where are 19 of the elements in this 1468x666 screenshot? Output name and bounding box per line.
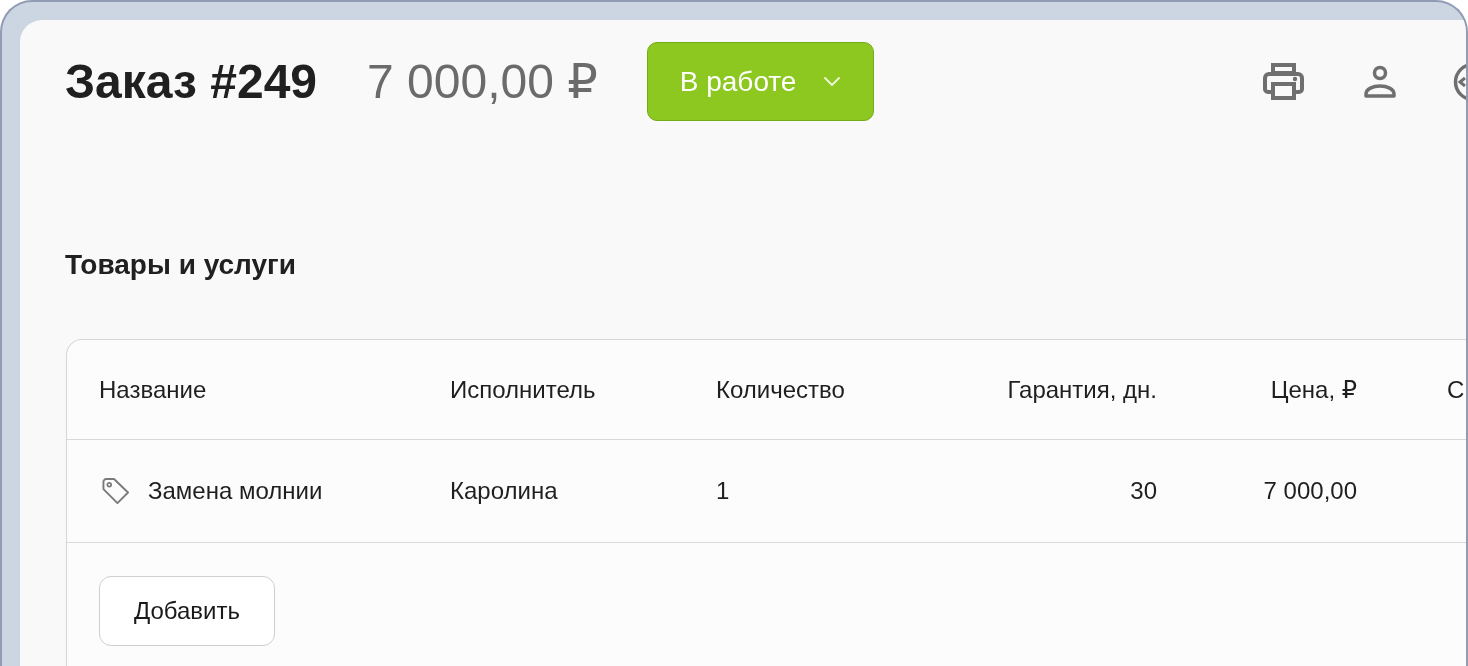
person-icon[interactable] [1364,65,1396,98]
section-title: Товары и услуги [65,248,296,282]
table-cell: 7 000,00 [1263,476,1357,506]
column-header: Название [99,374,207,405]
table-cell: 30 [1130,476,1157,506]
column-header: Гарантия, дн. [1007,374,1157,405]
column-header: Исполнитель [450,374,596,405]
table-cell: Каролина [450,476,558,506]
order-total: 7 000,00 ₽ [367,53,598,110]
table-cell: Замена молнии [148,476,323,506]
column-header: Цена, ₽ [1270,374,1357,405]
tag-icon [101,477,130,505]
column-header: Количество [716,374,845,405]
order-title: Заказ #249 [65,53,318,110]
add-button[interactable]: Добавить [99,576,275,646]
printer-icon[interactable] [1263,63,1304,100]
column-header: С [1447,374,1465,405]
table-cell: 1 [716,476,730,506]
chevron-down-icon [823,77,840,86]
